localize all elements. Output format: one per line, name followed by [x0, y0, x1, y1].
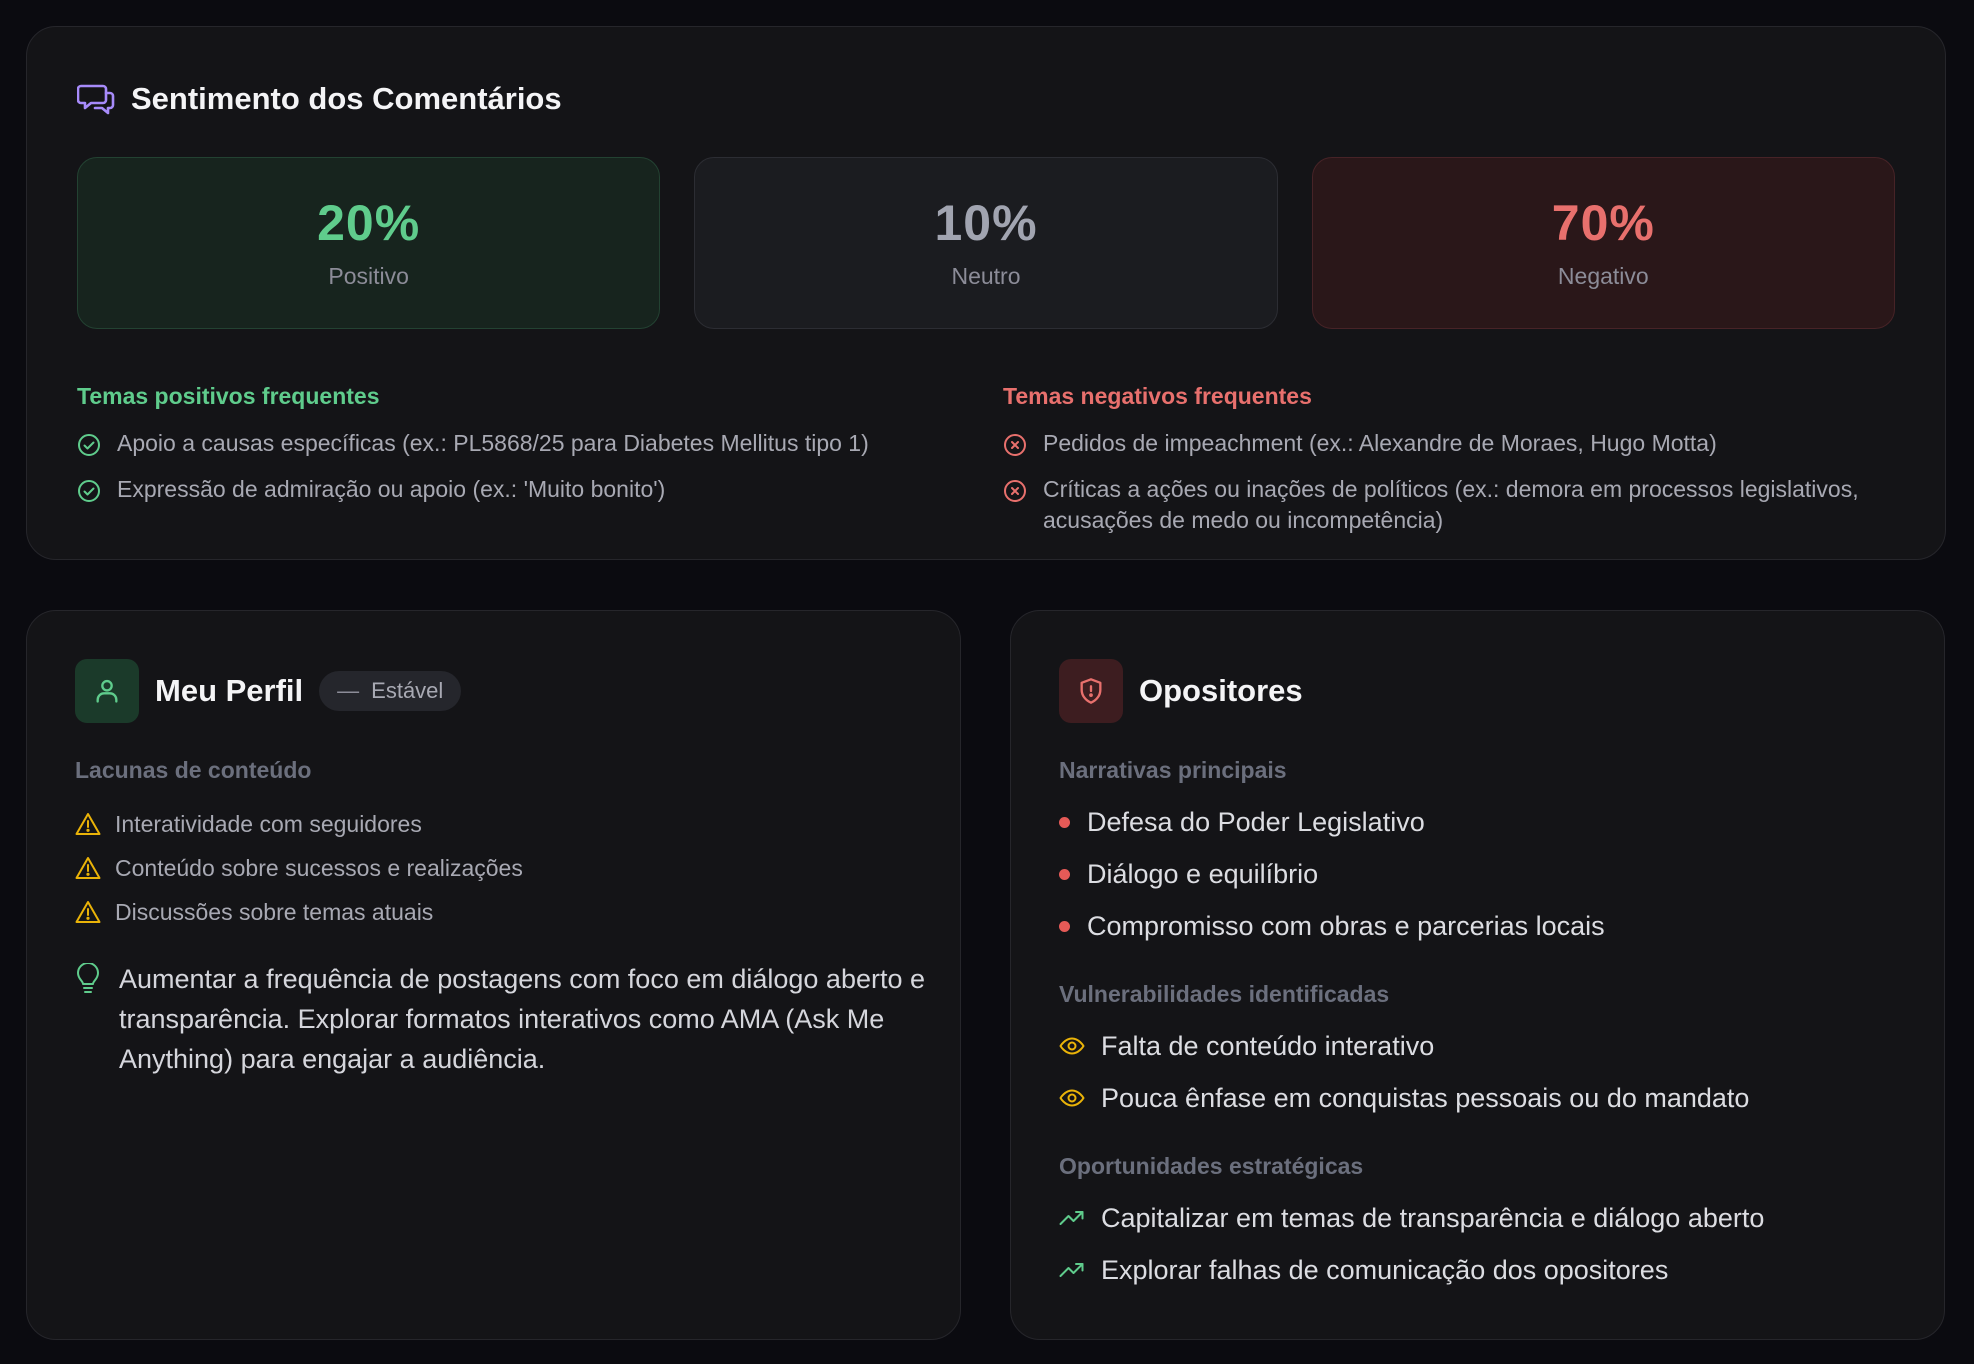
warning-triangle-icon: [75, 812, 101, 836]
narratives-label: Narrativas principais: [1059, 757, 1287, 783]
negative-themes-title: Temas negativos frequentes: [1003, 383, 1312, 409]
positive-stat-card: 20% Positivo: [77, 157, 661, 329]
neutral-label: Neutro: [951, 263, 1021, 289]
positive-percent: 20%: [317, 195, 421, 251]
recommendation: Aumentar a frequência de postagens com f…: [75, 959, 935, 1079]
narrative-item: Diálogo e equilíbrio: [1059, 848, 1899, 900]
check-circle-icon: [77, 479, 103, 511]
opponents-header: Opositores: [1059, 659, 1303, 723]
chat-bubbles-icon: [77, 82, 115, 116]
bullet-dot-icon: [1059, 868, 1070, 880]
positive-themes: Temas positivos frequentes Apoio a causa…: [77, 383, 977, 520]
negative-label: Negativo: [1557, 263, 1649, 289]
warning-triangle-icon: [75, 856, 101, 880]
neutral-stat-card: 10% Neutro: [694, 157, 1278, 329]
profile-header: Meu Perfil — Estável: [75, 659, 462, 723]
positive-label: Positivo: [328, 263, 409, 289]
eye-icon: [1059, 1036, 1085, 1056]
opportunity-item: Capitalizar em temas de transparência e …: [1059, 1192, 1899, 1244]
narrative-text: Diálogo e equilíbrio: [1087, 858, 1319, 889]
opportunity-text: Explorar falhas de comunicação dos oposi…: [1101, 1254, 1669, 1285]
recommendation-text: Aumentar a frequência de postagens com f…: [119, 964, 926, 1074]
gap-item: Conteúdo sobre sucessos e realizações: [75, 846, 915, 890]
gap-text: Interatividade com seguidores: [115, 810, 422, 837]
opponents-card: Opositores Narrativas principais Defesa …: [1010, 610, 1945, 1340]
negative-theme-text: Pedidos de impeachment (ex.: Alexandre d…: [1043, 430, 1717, 456]
sentiment-title: Sentimento dos Comentários: [131, 81, 562, 116]
bullet-dot-icon: [1059, 816, 1070, 828]
vulnerability-text: Pouca ênfase em conquistas pessoais ou d…: [1101, 1082, 1750, 1113]
bullet-dot-icon: [1059, 920, 1070, 932]
opportunities-section: Oportunidades estratégicas Capitalizar e…: [1059, 1153, 1899, 1296]
negative-themes: Temas negativos frequentes Pedidos de im…: [1003, 383, 1883, 545]
negative-percent: 70%: [1551, 195, 1655, 251]
content-gaps: Lacunas de conteúdo Interatividade com s…: [75, 757, 915, 934]
narrative-text: Defesa do Poder Legislativo: [1087, 806, 1425, 837]
vulnerability-item: Falta de conteúdo interativo: [1059, 1020, 1899, 1072]
minus-icon: —: [337, 678, 360, 703]
gap-item: Interatividade com seguidores: [75, 802, 915, 846]
opportunity-text: Capitalizar em temas de transparência e …: [1101, 1202, 1765, 1233]
profile-title: Meu Perfil: [155, 673, 304, 708]
content-gaps-label: Lacunas de conteúdo: [75, 757, 312, 783]
positive-themes-title: Temas positivos frequentes: [77, 383, 380, 409]
warning-triangle-icon: [75, 900, 101, 924]
x-circle-icon: [1003, 433, 1029, 465]
gap-item: Discussões sobre temas atuais: [75, 890, 915, 934]
trending-up-icon: [1059, 1208, 1085, 1228]
opportunities-label: Oportunidades estratégicas: [1059, 1153, 1364, 1179]
shield-alert-icon: [1059, 659, 1123, 723]
opponents-title: Opositores: [1139, 673, 1303, 708]
negative-stat-card: 70% Negativo: [1311, 157, 1895, 329]
negative-theme-item: Críticas a ações ou inações de políticos…: [1003, 474, 1883, 536]
sentiment-card: Sentimento dos Comentários 20% Positivo …: [26, 26, 1946, 560]
vulnerabilities-label: Vulnerabilidades identificadas: [1059, 981, 1390, 1007]
narrative-text: Compromisso com obras e parcerias locais: [1087, 910, 1605, 941]
profile-card: Meu Perfil — Estável Lacunas de conteúdo…: [26, 610, 961, 1340]
positive-theme-item: Apoio a causas específicas (ex.: PL5868/…: [77, 428, 977, 465]
sentiment-header: Sentimento dos Comentários: [77, 81, 562, 117]
positive-theme-text: Expressão de admiração ou apoio (ex.: 'M…: [117, 476, 666, 502]
gap-text: Discussões sobre temas atuais: [115, 898, 434, 925]
trending-up-icon: [1059, 1260, 1085, 1280]
user-icon: [75, 659, 139, 723]
narrative-item: Compromisso com obras e parcerias locais: [1059, 900, 1899, 952]
gap-text: Conteúdo sobre sucessos e realizações: [115, 854, 523, 881]
status-badge: — Estável: [319, 671, 462, 711]
x-circle-icon: [1003, 479, 1029, 511]
narrative-item: Defesa do Poder Legislativo: [1059, 796, 1899, 848]
sentiment-stats: 20% Positivo 10% Neutro 70% Negativo: [77, 157, 1895, 329]
negative-theme-item: Pedidos de impeachment (ex.: Alexandre d…: [1003, 428, 1883, 465]
positive-theme-item: Expressão de admiração ou apoio (ex.: 'M…: [77, 474, 977, 511]
lightbulb-icon: [75, 962, 103, 1079]
status-badge-label: Estável: [371, 678, 444, 703]
negative-theme-text: Críticas a ações ou inações de políticos…: [1043, 476, 1859, 533]
narratives-section: Narrativas principais Defesa do Poder Le…: [1059, 757, 1899, 952]
neutral-percent: 10%: [934, 195, 1038, 251]
vulnerabilities-section: Vulnerabilidades identificadas Falta de …: [1059, 981, 1899, 1124]
positive-theme-text: Apoio a causas específicas (ex.: PL5868/…: [117, 430, 869, 456]
check-circle-icon: [77, 433, 103, 465]
vulnerability-text: Falta de conteúdo interativo: [1101, 1030, 1435, 1061]
eye-icon: [1059, 1088, 1085, 1108]
vulnerability-item: Pouca ênfase em conquistas pessoais ou d…: [1059, 1072, 1899, 1124]
opportunity-item: Explorar falhas de comunicação dos oposi…: [1059, 1244, 1899, 1296]
